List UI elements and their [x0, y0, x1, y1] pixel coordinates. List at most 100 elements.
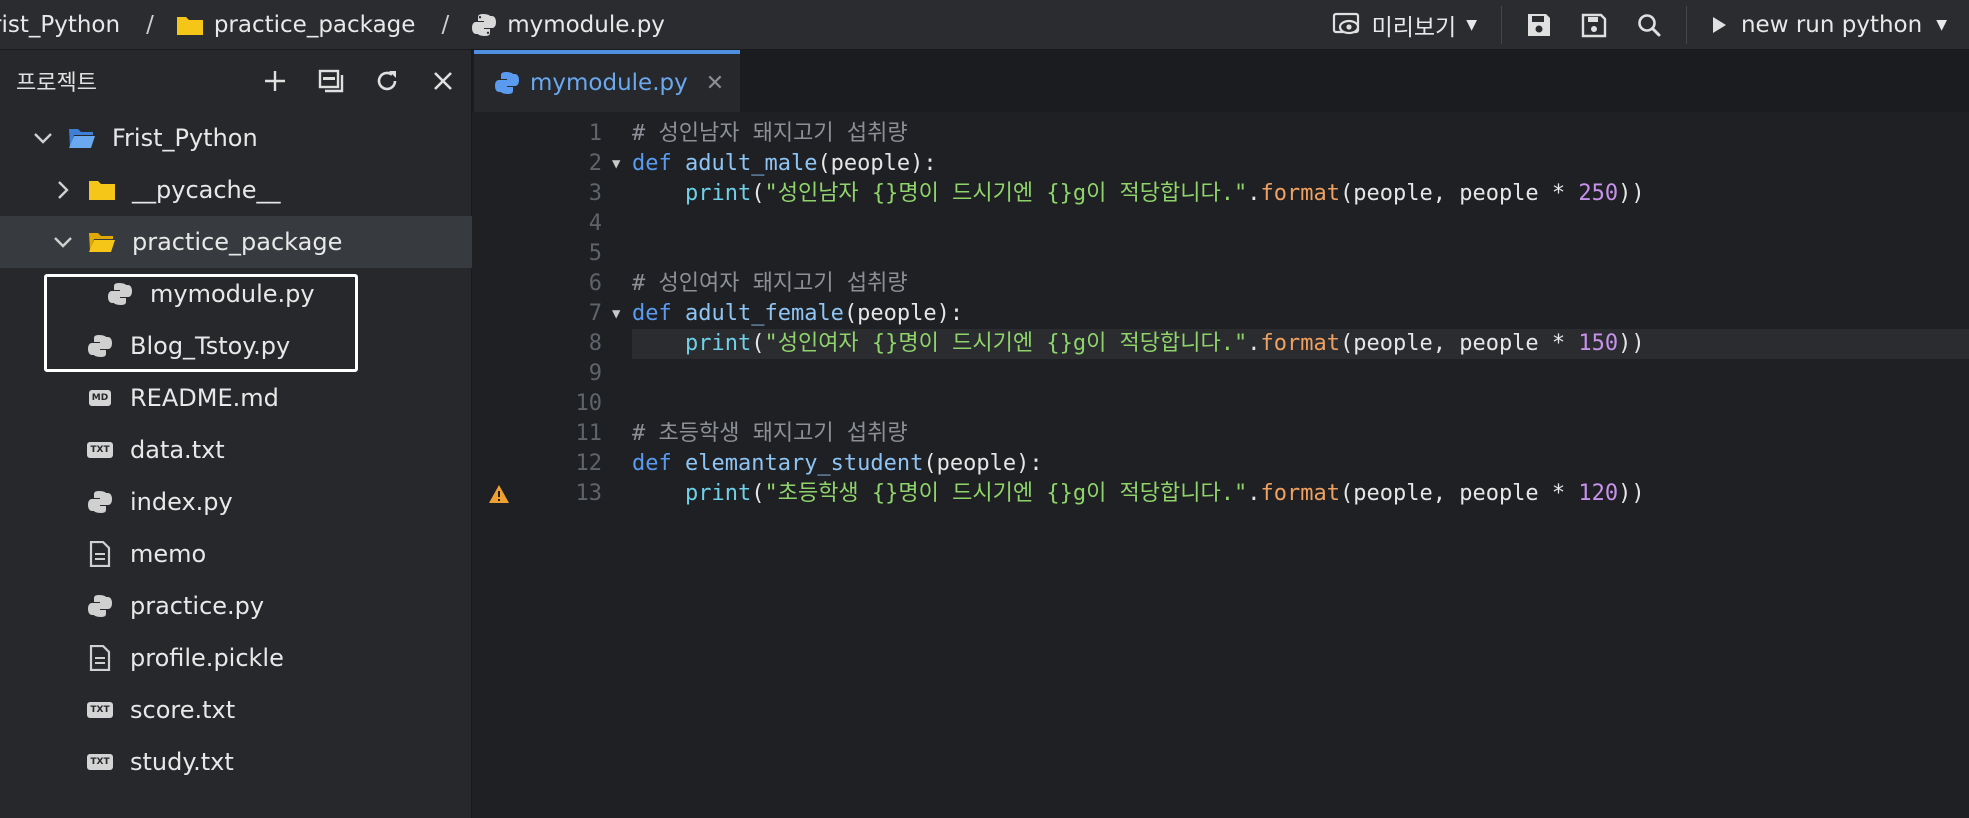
code-line[interactable]: 10: [472, 389, 1969, 419]
save-icon: [1526, 12, 1552, 38]
tree-item-frist-python[interactable]: Frist_Python: [0, 112, 503, 164]
code-line[interactable]: 1 # 성인남자 돼지고기 섭취량: [472, 119, 1969, 149]
code-line[interactable]: 13 print("초등학생 {}명이 드시기엔 {}g이 적당합니다.".fo…: [472, 479, 1969, 509]
code-token: .: [1247, 331, 1261, 356]
chevron-down-icon: ▼: [1466, 17, 1477, 33]
document-icon: [86, 540, 114, 568]
code-line[interactable]: 9: [472, 359, 1969, 389]
code-token: print: [684, 481, 752, 506]
tab-mymodule[interactable]: mymodule.py ✕: [474, 50, 740, 112]
tree-item-pycache[interactable]: __pycache__: [0, 164, 523, 216]
chevron-right-icon[interactable]: [52, 179, 74, 201]
code-line[interactable]: 2 ▼ def adult_male(people):: [472, 149, 1969, 179]
code-token: elemantary_student: [684, 451, 924, 476]
line-number: 10: [575, 391, 603, 416]
code-line[interactable]: 6 # 성인여자 돼지고기 섭취량: [472, 269, 1969, 299]
code-token: (people):: [923, 451, 1043, 476]
file-badge: TXT: [87, 754, 113, 770]
search-icon: [1636, 12, 1662, 38]
tree-item-label: Blog_Tstoy.py: [130, 332, 291, 360]
breadcrumb-folder[interactable]: practice_package: [176, 11, 416, 38]
line-number: 12: [575, 451, 603, 476]
sidebar-header: 프로젝트: [0, 50, 471, 112]
code-text: print("성인여자 {}명이 드시기엔 {}g이 적당합니다.".forma…: [632, 329, 1969, 359]
code-text: print("성인남자 {}명이 드시기엔 {}g이 적당합니다.".forma…: [632, 179, 1969, 209]
code-text: # 성인여자 돼지고기 섭취량: [632, 269, 1969, 299]
breadcrumb-separator: /: [146, 11, 154, 38]
code-editor[interactable]: 1 # 성인남자 돼지고기 섭취량 2 ▼ def adult_male(people)…: [472, 112, 1969, 818]
chevron-down-icon[interactable]: [32, 127, 54, 149]
code-token: "성인여자 {}명이 드시기엔 {}g이 적당합니다.": [764, 331, 1248, 356]
breadcrumb-project-label: rist_Python: [0, 11, 121, 38]
fold-toggle-icon[interactable]: ▼: [612, 299, 620, 329]
close-icon[interactable]: ✕: [706, 71, 724, 96]
code-token: format: [1260, 331, 1340, 356]
code-line[interactable]: 4: [472, 209, 1969, 239]
code-line[interactable]: 8 print("성인여자 {}명이 드시기엔 {}g이 적당합니다.".for…: [472, 329, 1969, 359]
save-button[interactable]: [1512, 0, 1566, 50]
tree-item-label: profile.pickle: [130, 644, 284, 672]
preview-button[interactable]: 미리보기 ▼: [1318, 0, 1491, 50]
folder-open-icon: [88, 228, 116, 256]
line-number: 11: [575, 421, 603, 446]
code-text: # 초등학생 돼지고기 섭취량: [632, 419, 1969, 449]
file-badge: MD: [88, 390, 112, 406]
line-number: 6: [588, 271, 602, 296]
tree-item-label: practice_package: [132, 228, 343, 256]
save-all-button[interactable]: [1566, 0, 1622, 50]
code-line[interactable]: 12 def elemantary_student(people):: [472, 449, 1969, 479]
code-text: def adult_male(people):: [632, 149, 1969, 179]
fold-toggle-icon[interactable]: ▼: [612, 149, 620, 179]
code-token: (: [751, 331, 765, 356]
run-label: new run python: [1740, 12, 1923, 38]
code-text: def elemantary_student(people):: [632, 449, 1969, 479]
code-line[interactable]: 7 ▼ def adult_female(people):: [472, 299, 1969, 329]
breadcrumb: rist_Python / practice_package / mymodul…: [0, 12, 665, 38]
code-token: (people):: [817, 151, 937, 176]
save-all-icon: [1580, 12, 1608, 38]
line-number: 4: [588, 211, 602, 236]
tree-item-practice-package[interactable]: practice_package: [0, 216, 523, 268]
search-button[interactable]: [1622, 0, 1676, 50]
refresh-button[interactable]: [359, 50, 415, 112]
code-token: # 성인남자 돼지고기 섭취량: [632, 121, 908, 146]
code-token: )): [1618, 331, 1645, 356]
collapse-all-button[interactable]: [303, 50, 359, 112]
code-token: 120: [1578, 481, 1619, 506]
run-button[interactable]: new run python ▼: [1697, 0, 1969, 50]
breadcrumb-project[interactable]: rist_Python: [0, 12, 120, 38]
folder-icon: [176, 14, 204, 36]
breadcrumb-separator: /: [441, 11, 450, 38]
tree-item-label: study.txt: [130, 748, 234, 776]
file-badge: TXT: [87, 702, 113, 718]
project-sidebar: 프로젝트 Frist_Python __pycache__ practice_p…: [0, 50, 523, 818]
line-number: 2: [588, 151, 602, 176]
tree-item-label: score.txt: [130, 696, 236, 724]
code-token: "초등학생 {}명이 드시기엔 {}g이 적당합니다.": [764, 481, 1248, 506]
code-line[interactable]: 3 print("성인남자 {}명이 드시기엔 {}g이 적당합니다.".for…: [472, 179, 1969, 209]
toolbar: 미리보기 ▼ new run python ▼: [1318, 0, 1969, 50]
line-number: 7: [588, 301, 602, 326]
code-line[interactable]: 11 # 초등학생 돼지고기 섭취량: [472, 419, 1969, 449]
code-token: def: [632, 451, 685, 476]
code-text: def adult_female(people):: [632, 299, 1969, 329]
line-number: 5: [588, 241, 602, 266]
markdown-file-icon: MD: [86, 384, 114, 412]
toolbar-divider: [1500, 6, 1502, 44]
code-token: .: [1247, 481, 1261, 506]
code-token: )): [1618, 181, 1645, 206]
text-file-icon: TXT: [86, 748, 114, 776]
close-sidebar-button[interactable]: [415, 50, 471, 112]
breadcrumb-file[interactable]: mymodule.py: [471, 12, 665, 38]
breadcrumb-folder-label: practice_package: [213, 11, 416, 38]
tree-item-label: __pycache__: [132, 176, 281, 204]
code-token: adult_female: [684, 301, 844, 326]
code-line[interactable]: 5: [472, 239, 1969, 269]
code-token: 150: [1578, 331, 1619, 356]
chevron-down-icon[interactable]: [52, 231, 74, 253]
plus-icon: [264, 70, 286, 92]
new-file-button[interactable]: [247, 50, 303, 112]
code-token: print: [684, 331, 752, 356]
